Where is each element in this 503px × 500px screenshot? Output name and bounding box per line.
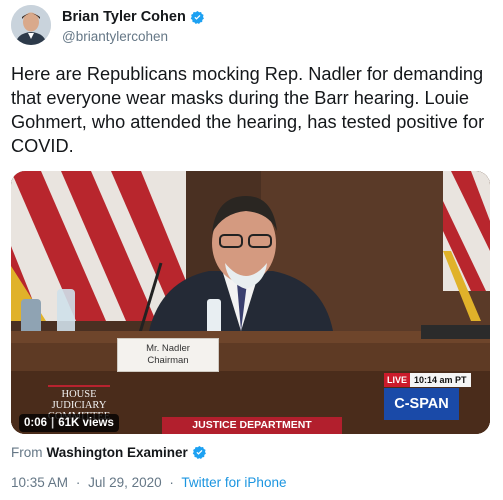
author-name-text: Brian Tyler Cohen (62, 9, 186, 25)
stats-separator: | (51, 417, 55, 429)
source-prefix: From (11, 445, 43, 460)
committee-line2: JUDICIARY (51, 400, 107, 411)
author-handle[interactable]: @briantylercohen (62, 29, 168, 44)
network-logo: C-SPAN (384, 388, 459, 420)
live-label: LIVE (384, 373, 411, 387)
video-source: From Washington Examiner (11, 445, 207, 460)
tweet-meta: 10:35 AM · Jul 29, 2020 · Twitter for iP… (11, 475, 286, 490)
source-name-link[interactable]: Washington Examiner (47, 445, 188, 460)
author-name[interactable]: Brian Tyler Cohen (62, 9, 205, 25)
verified-badge-icon (190, 10, 204, 24)
video-player[interactable]: Mr. Nadler Chairman HOUSE JUDICIARY COMM… (11, 171, 490, 434)
avatar[interactable] (11, 5, 51, 45)
video-stats-badge: 0:06 | 61K views (19, 414, 119, 432)
video-duration: 0:06 (24, 417, 48, 429)
live-badge: LIVE 10:14 am PT (384, 373, 471, 387)
meta-separator: · (75, 475, 81, 490)
video-views: 61K views (58, 417, 114, 429)
tweet-time[interactable]: 10:35 AM (11, 475, 68, 490)
committee-line1: HOUSE (61, 389, 97, 400)
live-time: 10:14 am PT (410, 373, 471, 387)
committee-bar (48, 385, 110, 387)
nameplate: Mr. Nadler Chairman (117, 338, 219, 372)
tweet-date[interactable]: Jul 29, 2020 (88, 475, 162, 490)
tweet-client-link[interactable]: Twitter for iPhone (181, 475, 286, 490)
meta-separator-2: · (169, 475, 174, 490)
avatar-image (11, 5, 51, 45)
verified-badge-icon (192, 445, 206, 459)
lower-third-caption: JUSTICE DEPARTMENT OVERSIGHT (162, 417, 342, 434)
nameplate-name: Mr. Nadler (146, 343, 190, 354)
flag-left (11, 171, 186, 321)
nameplate-title: Chairman (147, 355, 189, 366)
tweet-text: Here are Republicans mocking Rep. Nadler… (11, 64, 485, 156)
